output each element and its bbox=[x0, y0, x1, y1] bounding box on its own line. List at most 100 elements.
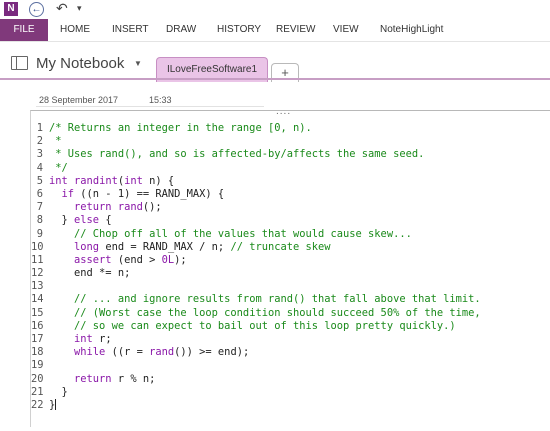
code-line: 7 return rand(); bbox=[31, 201, 550, 214]
line-number: 11 bbox=[31, 253, 44, 266]
line-number: 8 bbox=[36, 214, 43, 227]
code-token: rand bbox=[117, 201, 143, 214]
code-line: 6 if ((n - 1) == RAND_MAX) { bbox=[31, 188, 550, 201]
code-line: 17 int r; bbox=[31, 333, 550, 346]
code-token: int bbox=[49, 174, 68, 187]
line-number: 17 bbox=[31, 333, 44, 345]
line-number: 5 bbox=[36, 174, 43, 187]
page-time: 15:33 bbox=[149, 95, 172, 105]
code-token: // Chop off all of the values that would… bbox=[74, 227, 412, 240]
code-token: int bbox=[74, 333, 93, 345]
code-line: 2 * bbox=[31, 135, 550, 148]
title-bar: N ← ↶ ▾ bbox=[0, 0, 550, 18]
line-number: 2 bbox=[36, 135, 43, 148]
code-token: r; bbox=[92, 333, 112, 345]
text-cursor bbox=[55, 399, 57, 411]
code-token: assert bbox=[74, 253, 112, 266]
notebook-name[interactable]: My Notebook bbox=[36, 55, 124, 72]
tab-file[interactable]: FILE bbox=[0, 19, 48, 41]
notebook-icon bbox=[11, 56, 28, 70]
code-token: if bbox=[61, 187, 75, 200]
line-number: 10 bbox=[31, 240, 44, 253]
page-date: 28 September 2017 bbox=[39, 95, 119, 105]
code-line: 8 } else { bbox=[31, 214, 550, 227]
code-token: (end > bbox=[111, 253, 162, 266]
code-lines: 1 /* Returns an integer in the range [0, … bbox=[31, 122, 550, 412]
code-token: /* Returns an integer in the range [0, n… bbox=[49, 122, 312, 134]
code-token: end = RAND_MAX / n; bbox=[99, 240, 231, 253]
chevron-down-icon[interactable]: ▼ bbox=[134, 59, 142, 68]
line-number: 12 bbox=[31, 267, 44, 280]
code-line: 9 // Chop off all of the values that wou… bbox=[31, 228, 550, 241]
code-line: 11 assert (end > 0L); bbox=[31, 254, 550, 267]
code-line: 19 bbox=[31, 359, 550, 372]
code-token: { bbox=[99, 214, 112, 227]
line-number: 7 bbox=[36, 201, 43, 214]
tab-home[interactable]: HOME bbox=[60, 19, 90, 41]
code-token: (); bbox=[142, 201, 162, 214]
tab-review[interactable]: REVIEW bbox=[276, 19, 315, 41]
code-line: 4 */ bbox=[31, 162, 550, 175]
code-line: 1 /* Returns an integer in the range [0, … bbox=[31, 122, 550, 135]
code-line: 21 } bbox=[31, 386, 550, 399]
line-number: 14 bbox=[31, 293, 44, 306]
line-number: 3 bbox=[36, 148, 43, 161]
code-token: ((r = bbox=[105, 346, 150, 359]
line-number: 6 bbox=[36, 187, 43, 200]
line-number: 13 bbox=[31, 280, 44, 293]
back-icon[interactable]: ← bbox=[29, 2, 44, 17]
code-line: 20 return r % n; bbox=[31, 373, 550, 386]
onenote-icon: N bbox=[4, 2, 18, 16]
code-token: n) { bbox=[142, 174, 175, 187]
code-token: r % n; bbox=[111, 372, 156, 385]
code-block[interactable]: .... 1 /* Returns an integer in the range… bbox=[30, 106, 550, 427]
code-token: } bbox=[49, 214, 75, 227]
tab-history[interactable]: HISTORY bbox=[217, 19, 261, 41]
move-handle[interactable]: .... bbox=[276, 106, 291, 117]
code-line: 10 long end = RAND_MAX / n; // truncate … bbox=[31, 241, 550, 254]
line-number: 19 bbox=[31, 359, 44, 372]
section-divider bbox=[0, 78, 550, 80]
code-token: long bbox=[74, 240, 100, 253]
line-number: 16 bbox=[31, 319, 44, 332]
code-line: 13 bbox=[31, 280, 550, 293]
code-token: randint bbox=[74, 174, 118, 187]
code-token: return bbox=[74, 372, 112, 385]
code-token: ((n - 1) == RAND_MAX) { bbox=[74, 187, 225, 200]
undo-icon[interactable]: ↶ bbox=[56, 0, 68, 17]
code-token: ); bbox=[174, 253, 187, 266]
code-token: */ bbox=[49, 161, 68, 174]
code-token: // ... and ignore results from rand() th… bbox=[74, 293, 481, 306]
notebook-bar: My Notebook ▼ ILoveFreeSoftware1 + bbox=[0, 44, 550, 82]
code-token: * Uses rand(), and so is affected-by/aff… bbox=[49, 148, 425, 161]
quick-access-more-icon[interactable]: ▾ bbox=[77, 3, 82, 14]
code-token: // (Worst case the loop condition should… bbox=[74, 306, 481, 319]
tab-view[interactable]: VIEW bbox=[333, 19, 359, 41]
code-token: 0L bbox=[161, 253, 175, 266]
code-token: // so we can expect to bail out of this … bbox=[74, 319, 456, 332]
line-number: 20 bbox=[31, 372, 44, 385]
code-token: * bbox=[49, 135, 62, 148]
tab-notehighlight[interactable]: NoteHighLight bbox=[380, 19, 443, 41]
tab-insert[interactable]: INSERT bbox=[112, 19, 149, 41]
code-token: // truncate skew bbox=[230, 240, 331, 253]
tab-draw[interactable]: DRAW bbox=[166, 19, 196, 41]
code-token: rand bbox=[149, 346, 175, 359]
line-number: 21 bbox=[31, 385, 44, 398]
code-line: 12 end *= n; bbox=[31, 267, 550, 280]
code-line: 3 * Uses rand(), and so is affected-by/a… bbox=[31, 148, 550, 161]
line-number: 15 bbox=[31, 306, 44, 319]
line-number: 18 bbox=[31, 346, 44, 359]
line-number: 1 bbox=[36, 122, 43, 134]
line-number: 9 bbox=[36, 227, 43, 240]
code-line: 5 int randint(int n) { bbox=[31, 175, 550, 188]
code-line: 18 while ((r = rand()) >= end); bbox=[31, 346, 550, 359]
